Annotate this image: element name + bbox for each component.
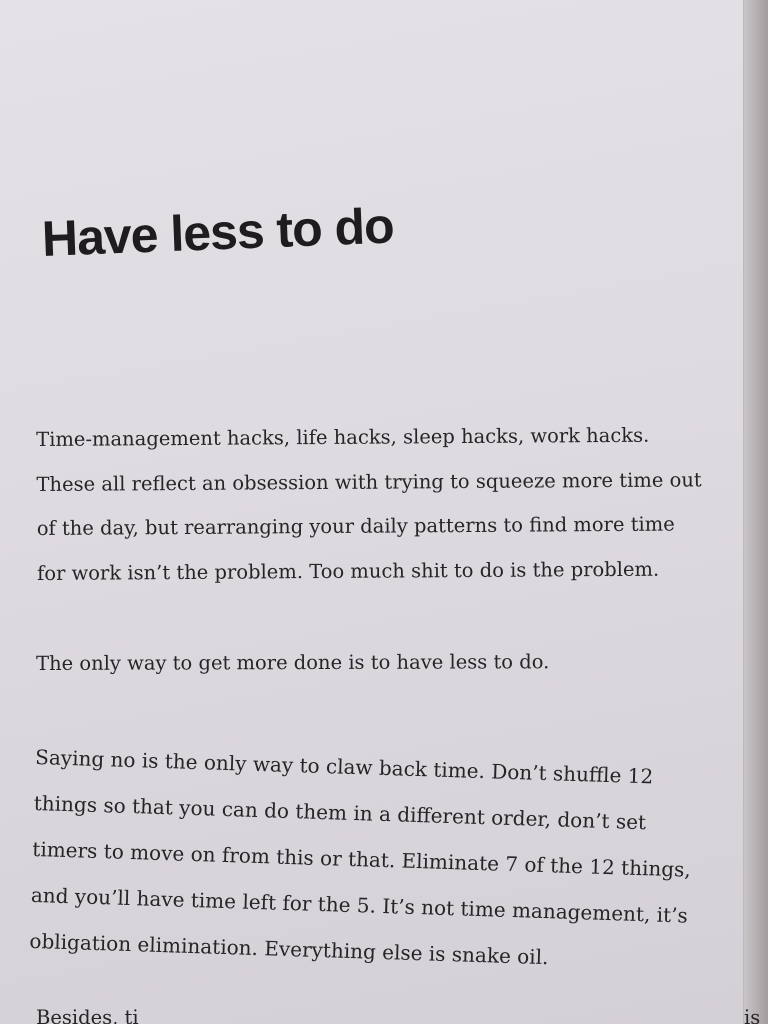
paragraph-3: Saying no is the only way to claw back t…	[29, 734, 768, 987]
text-line: The only way to get more done is to have…	[36, 650, 550, 675]
text-line: These all reflect an obsession with tryi…	[36, 467, 702, 496]
book-page: Have less to do Time-management hacks, l…	[0, 0, 768, 1024]
chapter-heading: Have less to do	[40, 197, 395, 267]
partial-line-right: is	[744, 1006, 761, 1024]
text-line: for work isn’t the problem. Too much shi…	[37, 557, 660, 585]
partial-line-left: Besides, ti	[36, 1006, 139, 1024]
paragraph-2: The only way to get more done is to have…	[36, 639, 756, 686]
partial-paragraph: Besides, ti is	[36, 996, 768, 1024]
text-line: of the day, but rearranging your daily p…	[36, 512, 675, 540]
paragraph-1: Time-management hacks, life hacks, sleep…	[36, 413, 768, 596]
text-line: Time-management hacks, life hacks, sleep…	[36, 423, 650, 451]
